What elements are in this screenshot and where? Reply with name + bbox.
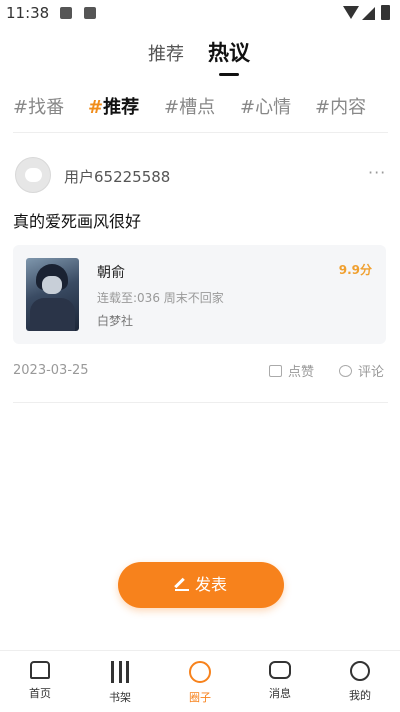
circle-icon — [189, 661, 211, 683]
bottom-tab-bar: 首页 书架 圈子 消息 我的 — [0, 650, 400, 712]
tag-complaints[interactable]: #槽点 — [164, 93, 215, 119]
post-date: 2023-03-25 — [13, 363, 89, 378]
tag-content[interactable]: #内容 — [315, 93, 366, 119]
battery-icon — [381, 5, 390, 20]
thumbs-up-icon — [269, 365, 282, 377]
bookshelf-icon — [111, 661, 129, 683]
wifi-icon — [343, 6, 359, 19]
active-tab-indicator — [219, 73, 239, 76]
tag-recommend[interactable]: #推荐 — [88, 93, 139, 119]
topic-tags: #找番 #推荐 #槽点 #心情 #内容 — [0, 93, 400, 123]
post-divider — [13, 402, 388, 403]
tab-messages[interactable]: 消息 — [250, 657, 310, 701]
tab-recommend[interactable]: 推荐 — [148, 40, 184, 66]
home-icon — [30, 661, 50, 679]
book-chapter: 连载至:036 周末不回家 — [97, 291, 224, 305]
comment-button[interactable]: 评论 — [339, 361, 384, 380]
tag-find-anime[interactable]: #找番 — [13, 93, 64, 119]
tags-divider — [13, 132, 388, 133]
avatar[interactable] — [15, 157, 51, 193]
signal-icon — [362, 7, 375, 20]
book-cover — [26, 258, 79, 331]
like-button[interactable]: 点赞 — [269, 361, 314, 380]
profile-icon — [350, 661, 370, 681]
book-score: 9.9分 — [338, 263, 372, 277]
tab-hot-discussion[interactable]: 热议 — [208, 37, 250, 67]
tag-mood[interactable]: #心情 — [240, 93, 291, 119]
username[interactable]: 用户65225588 — [64, 166, 170, 187]
book-author: 白梦社 — [97, 314, 134, 328]
publish-button[interactable]: 发表 — [118, 562, 284, 608]
post-content: 真的爱死画风很好 — [13, 212, 142, 231]
tab-bookshelf[interactable]: 书架 — [90, 657, 150, 705]
tab-profile[interactable]: 我的 — [330, 657, 390, 703]
pen-icon — [174, 577, 189, 591]
status-time: 11:38 — [6, 4, 50, 22]
message-icon — [269, 661, 291, 679]
top-nav: 推荐 热议 — [0, 34, 400, 80]
status-bar: 11:38 — [0, 0, 400, 28]
tab-circle[interactable]: 圈子 — [170, 657, 230, 705]
book-title: 朝俞 — [97, 265, 125, 281]
app-notification-icon — [84, 7, 96, 19]
book-card[interactable]: 朝俞 连载至:036 周末不回家 白梦社 9.9分 — [13, 245, 386, 344]
avatar-face-icon — [25, 168, 42, 182]
tab-home[interactable]: 首页 — [10, 657, 70, 701]
comment-icon — [339, 365, 352, 377]
gallery-notification-icon — [60, 7, 72, 19]
more-options-icon[interactable]: ··· — [368, 163, 386, 182]
